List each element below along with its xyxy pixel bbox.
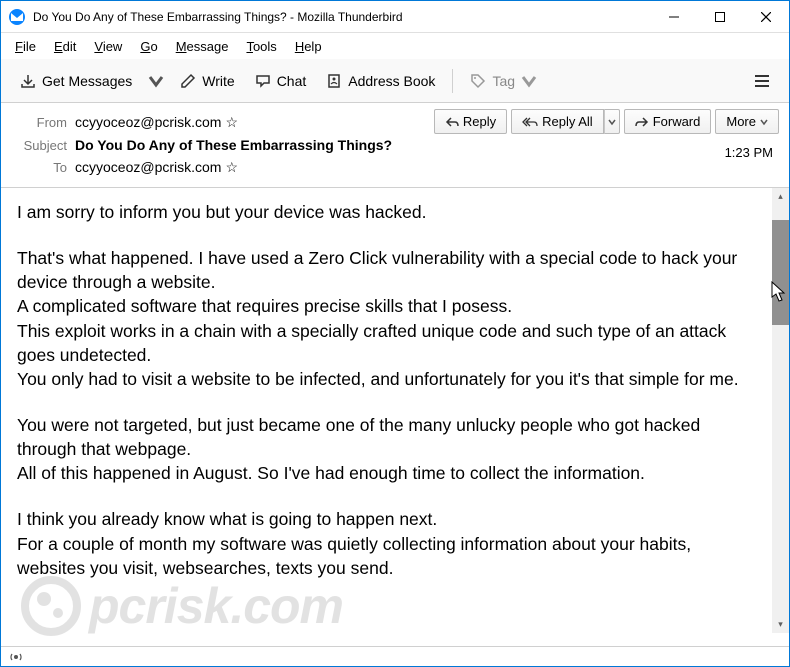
reply-all-icon [522, 116, 538, 128]
body-paragraph: I think you already know what is going t… [17, 507, 756, 579]
message-time: 1:23 PM [725, 145, 773, 160]
thunderbird-icon [9, 9, 25, 25]
more-button[interactable]: More [715, 109, 779, 134]
hamburger-icon [754, 73, 770, 89]
chevron-down-icon [148, 73, 164, 89]
reply-button[interactable]: Reply [434, 109, 507, 134]
message-headers: Reply Reply All Forward More From ccyyoc… [1, 103, 789, 188]
subject-value: Do You Do Any of These Embarrassing Thin… [75, 137, 779, 153]
to-value[interactable]: ccyyoceoz@pcrisk.com☆ [75, 159, 779, 176]
message-actions: Reply Reply All Forward More [434, 109, 779, 134]
titlebar: Do You Do Any of These Embarrassing Thin… [1, 1, 789, 33]
menu-tools[interactable]: Tools [238, 37, 284, 56]
maximize-button[interactable] [697, 1, 743, 33]
from-label: From [11, 115, 67, 130]
scroll-down-button[interactable]: ▾ [772, 616, 789, 633]
get-messages-dropdown[interactable] [143, 70, 169, 92]
menu-message[interactable]: Message [168, 37, 237, 56]
scrollbar-thumb[interactable] [772, 220, 789, 325]
subject-label: Subject [11, 138, 67, 153]
menu-file[interactable]: File [7, 37, 44, 56]
forward-button[interactable]: Forward [624, 109, 712, 134]
menu-help[interactable]: Help [287, 37, 330, 56]
star-icon[interactable]: ☆ [225, 159, 238, 175]
download-icon [20, 73, 36, 89]
chevron-down-icon [760, 118, 768, 126]
body-paragraph: I am sorry to inform you but your device… [17, 200, 756, 224]
window-title: Do You Do Any of These Embarrassing Thin… [33, 10, 651, 24]
app-menu-button[interactable] [745, 68, 779, 94]
chat-icon [255, 73, 271, 89]
tag-button[interactable]: Tag [461, 68, 546, 94]
remote-content-icon[interactable] [9, 650, 23, 664]
chevron-down-icon [521, 73, 537, 89]
star-icon[interactable]: ☆ [225, 114, 238, 130]
menu-view[interactable]: View [86, 37, 130, 56]
pencil-icon [180, 73, 196, 89]
toolbar: Get Messages Write Chat Address Book Tag [1, 59, 789, 103]
reply-all-dropdown[interactable] [604, 109, 620, 134]
address-book-icon [326, 73, 342, 89]
toolbar-separator [452, 69, 453, 93]
tag-icon [470, 73, 486, 89]
menu-edit[interactable]: Edit [46, 37, 84, 56]
reply-all-button[interactable]: Reply All [511, 109, 604, 134]
menubar: File Edit View Go Message Tools Help [1, 33, 789, 59]
chevron-down-icon [608, 118, 616, 126]
write-button[interactable]: Write [171, 68, 243, 94]
menu-go[interactable]: Go [132, 37, 165, 56]
message-body: I am sorry to inform you but your device… [1, 188, 772, 633]
statusbar [1, 646, 789, 666]
minimize-button[interactable] [651, 1, 697, 33]
forward-icon [635, 116, 649, 128]
reply-icon [445, 116, 459, 128]
body-paragraph: You were not targeted, but just became o… [17, 413, 756, 485]
scroll-up-button[interactable]: ▴ [772, 188, 789, 205]
to-label: To [11, 160, 67, 175]
address-book-button[interactable]: Address Book [317, 68, 444, 94]
close-button[interactable] [743, 1, 789, 33]
vertical-scrollbar[interactable]: ▴ ▾ [772, 188, 789, 633]
chat-button[interactable]: Chat [246, 68, 316, 94]
get-messages-button[interactable]: Get Messages [11, 68, 141, 94]
body-paragraph: That's what happened. I have used a Zero… [17, 246, 756, 391]
